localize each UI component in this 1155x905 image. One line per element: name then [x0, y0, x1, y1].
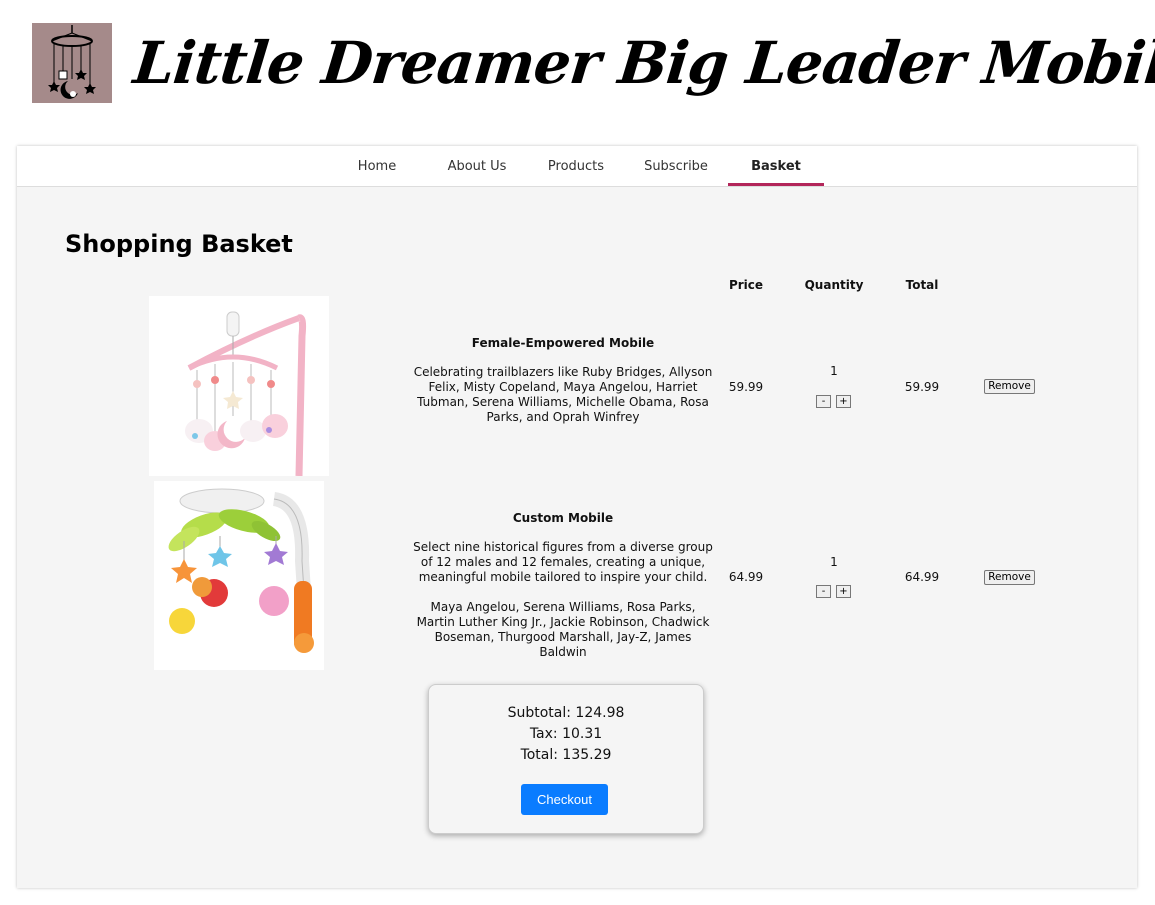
product-name: Female-Empowered Mobile	[471, 336, 655, 350]
order-summary: Subtotal: 124.98 Tax: 10.31 Total: 135.2…	[428, 684, 704, 834]
main-nav: Home About Us Products Subscribe Basket	[17, 146, 1137, 187]
tax-text: Tax: 10.31	[529, 726, 603, 742]
quantity-value: 1	[830, 364, 838, 378]
checkout-button[interactable]: Checkout	[521, 784, 608, 815]
product-figures-text: Maya Angelou, Serena Williams, Rosa Park…	[416, 600, 710, 659]
product-price: 59.99	[728, 380, 764, 394]
product-name: Custom Mobile	[512, 511, 614, 525]
product-description: Select nine historical figures from a di…	[410, 540, 716, 660]
product-image	[154, 481, 324, 674]
column-header-quantity: Quantity	[804, 278, 864, 292]
subtotal-text: Subtotal: 124.98	[507, 705, 625, 721]
total-text: Total: 135.29	[520, 747, 612, 763]
decrement-button[interactable]: -	[816, 395, 831, 408]
site-title: Little Dreamer Big Leader Mobiles	[130, 29, 1155, 97]
column-header-total: Total	[905, 278, 939, 292]
product-description: Celebrating trailblazers like Ruby Bridg…	[410, 365, 716, 425]
nav-item-home[interactable]: Home	[329, 146, 425, 186]
nav-item-products[interactable]: Products	[528, 146, 624, 186]
product-price: 64.99	[728, 570, 764, 584]
main-panel: Home About Us Products Subscribe Basket …	[17, 146, 1137, 888]
column-header-price: Price	[728, 278, 764, 292]
increment-button[interactable]: +	[836, 585, 851, 598]
product-description-text: Celebrating trailblazers like Ruby Bridg…	[413, 365, 713, 424]
product-description-text: Select nine historical figures from a di…	[413, 540, 713, 584]
remove-button[interactable]: Remove	[984, 379, 1035, 394]
remove-button[interactable]: Remove	[984, 570, 1035, 585]
decrement-button[interactable]: -	[816, 585, 831, 598]
site-logo[interactable]	[32, 23, 112, 103]
nav-item-subscribe[interactable]: Subscribe	[628, 146, 724, 186]
product-image	[149, 296, 329, 480]
increment-button[interactable]: +	[836, 395, 851, 408]
site-header: Little Dreamer Big Leader Mobiles	[32, 23, 1155, 103]
nav-item-about-us[interactable]: About Us	[429, 146, 525, 186]
line-total: 64.99	[904, 570, 940, 584]
nav-item-basket[interactable]: Basket	[728, 146, 824, 186]
quantity-value: 1	[830, 555, 838, 569]
mobile-logo-icon	[48, 25, 96, 99]
line-total: 59.99	[904, 380, 940, 394]
page-title: Shopping Basket	[65, 230, 293, 258]
